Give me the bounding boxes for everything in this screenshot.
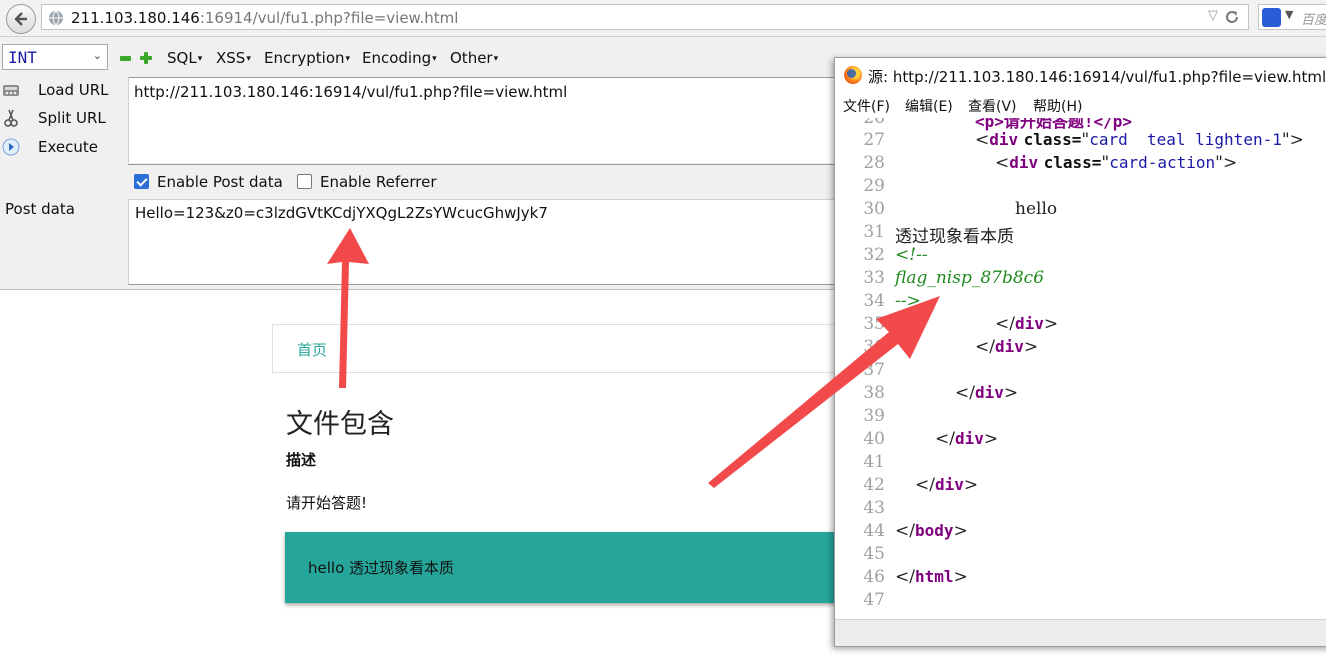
back-button[interactable] [6, 4, 36, 34]
address-bar[interactable]: 211.103.180.146:16914/vul/fu1.php?file=v… [41, 4, 1249, 30]
globe-icon [49, 10, 63, 26]
line-number: 37 [863, 360, 885, 380]
line-number: 34 [863, 291, 885, 311]
code-line-35: </div> [995, 314, 1059, 334]
load-url-icon [3, 85, 19, 96]
execute-label: Execute [38, 138, 98, 156]
menu-view[interactable]: 查看(V) [968, 96, 1017, 116]
url-textarea-value: http://211.103.180.146:16914/vul/fu1.php… [134, 83, 568, 101]
code-line-32: <!-- [895, 245, 928, 265]
line-number: 27 [863, 130, 885, 150]
page-title: 文件包含 [286, 409, 394, 440]
line-number: 45 [863, 544, 885, 564]
url-rest: :16914/vul/fu1.php?file=view.html [199, 9, 459, 27]
line-number: 44 [863, 521, 885, 541]
code-line-27: <div class="card teal lighten-1"> [975, 130, 1304, 150]
line-number: 39 [863, 406, 885, 426]
url-textarea[interactable]: http://211.103.180.146:16914/vul/fu1.php… [128, 77, 836, 163]
checkbox-unchecked-icon[interactable] [297, 174, 312, 189]
line-number: 30 [863, 199, 885, 219]
execute-button[interactable]: Execute [0, 135, 125, 161]
menu-encryption[interactable]: Encryption▾ [264, 49, 350, 67]
code-line-46: </html> [895, 567, 968, 587]
post-data-label: Post data [5, 200, 75, 218]
line-number: 46 [863, 567, 885, 587]
post-data-textarea[interactable]: Hello=123&z0=c3lzdGVtKCdjYXQgL2ZsYWcucGh… [128, 199, 836, 285]
nav-home-link[interactable]: 首页 [297, 339, 327, 360]
line-number: 26 [863, 118, 885, 128]
line-number: 35 [863, 314, 885, 334]
enable-referrer-label: Enable Referrer [320, 173, 437, 191]
line-number: 41 [863, 452, 885, 472]
history-dropdown-icon[interactable]: ▽ [1208, 8, 1218, 23]
line-number: 43 [863, 498, 885, 518]
code-line-34: --> [895, 291, 921, 311]
source-menubar: 文件(F) 编辑(E) 查看(V) 帮助(H) [835, 92, 1326, 118]
menu-help[interactable]: 帮助(H) [1033, 96, 1082, 116]
code-line-42: </div> [915, 475, 979, 495]
line-number: 32 [863, 245, 885, 265]
menu-file[interactable]: 文件(F) [843, 96, 890, 116]
line-number: 38 [863, 383, 885, 403]
chevron-down-icon[interactable]: ▼ [1285, 8, 1293, 21]
line-number: 36 [863, 337, 885, 357]
result-card-text: hello 透过现象看本质 [308, 559, 455, 577]
source-titlebar: 源: http://211.103.180.146:16914/vul/fu1.… [835, 58, 1326, 90]
address-text: 211.103.180.146:16914/vul/fu1.php?file=v… [71, 9, 458, 27]
line-number: 42 [863, 475, 885, 495]
code-line-36: </div> [975, 337, 1039, 357]
type-select[interactable]: INT ⌄ [2, 44, 108, 70]
line-number: 40 [863, 429, 885, 449]
firefox-icon [844, 66, 862, 84]
source-statusbar [835, 619, 1326, 646]
line-number: 28 [863, 153, 885, 173]
code-line-30: hello [1015, 199, 1058, 219]
post-data-value: Hello=123&z0=c3lzdGVtKCdjYXQgL2ZsYWcucGh… [135, 204, 548, 222]
search-placeholder: 百度 [1301, 13, 1326, 28]
url-host: 211.103.180.146 [71, 9, 200, 27]
menu-encoding[interactable]: Encoding▾ [362, 49, 437, 67]
plus-icon[interactable] [140, 52, 152, 64]
line-number: 31 [863, 222, 885, 242]
load-url-label: Load URL [38, 81, 109, 99]
page-subtitle: 描述 [286, 451, 317, 469]
line-number: 47 [863, 590, 885, 610]
code-line-31: 透过现象看本质 [895, 227, 1014, 247]
line-number: 33 [863, 268, 885, 288]
checkbox-checked-icon[interactable] [134, 174, 149, 189]
source-code: 26 <p>请开始答题!</p> 27 <div class="card tea… [835, 118, 1326, 620]
load-url-button[interactable]: Load URL [0, 78, 125, 104]
type-select-value: INT [8, 48, 37, 67]
code-line-28: <div class="card-action"> [995, 153, 1238, 173]
menu-other[interactable]: Other▾ [450, 49, 498, 67]
menu-xss[interactable]: XSS▾ [216, 49, 251, 67]
enable-post-label: Enable Post data [157, 173, 283, 191]
line-number: 29 [863, 176, 885, 196]
reload-icon[interactable] [1224, 9, 1240, 25]
code-line-40: </div> [935, 429, 999, 449]
source-title: 源: http://211.103.180.146:16914/vul/fu1.… [868, 68, 1326, 86]
page-navbar: 首页 [272, 324, 836, 373]
chevron-down-icon: ⌄ [92, 49, 102, 62]
flag-comment: flag_nisp_87b8c6 [895, 268, 1045, 288]
split-url-button[interactable]: Split URL [0, 106, 125, 132]
page-description: 请开始答题! [286, 494, 368, 512]
menu-edit[interactable]: 编辑(E) [905, 96, 953, 116]
result-card: hello 透过现象看本质 [285, 532, 837, 603]
view-source-window: 源: http://211.103.180.146:16914/vul/fu1.… [834, 57, 1326, 647]
code-line-38: </div> [955, 383, 1019, 403]
baidu-paw-icon[interactable] [1262, 8, 1281, 27]
scissors-icon [4, 109, 18, 127]
minus-icon[interactable] [120, 56, 131, 61]
code-line-44: </body> [895, 521, 968, 541]
browser-toolbar: 211.103.180.146:16914/vul/fu1.php?file=v… [0, 0, 1326, 37]
search-box[interactable]: ▼ 百度 [1258, 4, 1326, 30]
divider [128, 164, 836, 165]
menu-sql[interactable]: SQL▾ [167, 49, 202, 67]
back-arrow-icon [14, 12, 27, 26]
split-url-label: Split URL [38, 109, 106, 127]
play-icon [2, 138, 20, 156]
